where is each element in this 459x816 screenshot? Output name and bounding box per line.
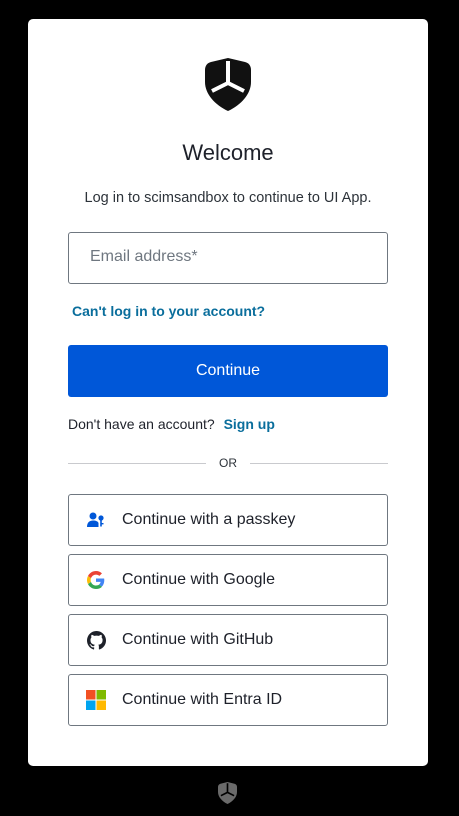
footer-shield-icon: [218, 782, 237, 804]
passkey-icon: [86, 510, 106, 530]
github-button[interactable]: Continue with GitHub: [68, 614, 388, 666]
entra-id-button[interactable]: Continue with Entra ID: [68, 674, 388, 726]
google-button-label: Continue with Google: [122, 571, 275, 588]
passkey-button[interactable]: Continue with a passkey: [68, 494, 388, 546]
email-field[interactable]: [68, 232, 388, 284]
signup-link[interactable]: Sign up: [224, 416, 275, 432]
signup-prompt: Don't have an account?: [68, 416, 215, 432]
github-icon: [86, 630, 106, 650]
microsoft-icon: [86, 690, 106, 710]
forgot-account-link[interactable]: Can't log in to your account?: [72, 303, 265, 319]
page-subtitle: Log in to scimsandbox to continue to UI …: [84, 190, 372, 206]
divider-line-right: [250, 463, 388, 464]
continue-button[interactable]: Continue: [68, 345, 388, 397]
signup-row: Don't have an account? Sign up: [68, 416, 275, 432]
entra-id-button-label: Continue with Entra ID: [122, 691, 283, 708]
passkey-button-label: Continue with a passkey: [122, 511, 296, 528]
shield-logo-icon: [205, 58, 251, 111]
login-card: Welcome Log in to scimsandbox to continu…: [28, 19, 428, 766]
or-divider: OR: [68, 455, 388, 471]
page-title: Welcome: [182, 140, 274, 165]
github-button-label: Continue with GitHub: [122, 631, 274, 648]
google-button[interactable]: Continue with Google: [68, 554, 388, 606]
email-input[interactable]: [69, 233, 370, 281]
google-icon: [86, 570, 106, 590]
